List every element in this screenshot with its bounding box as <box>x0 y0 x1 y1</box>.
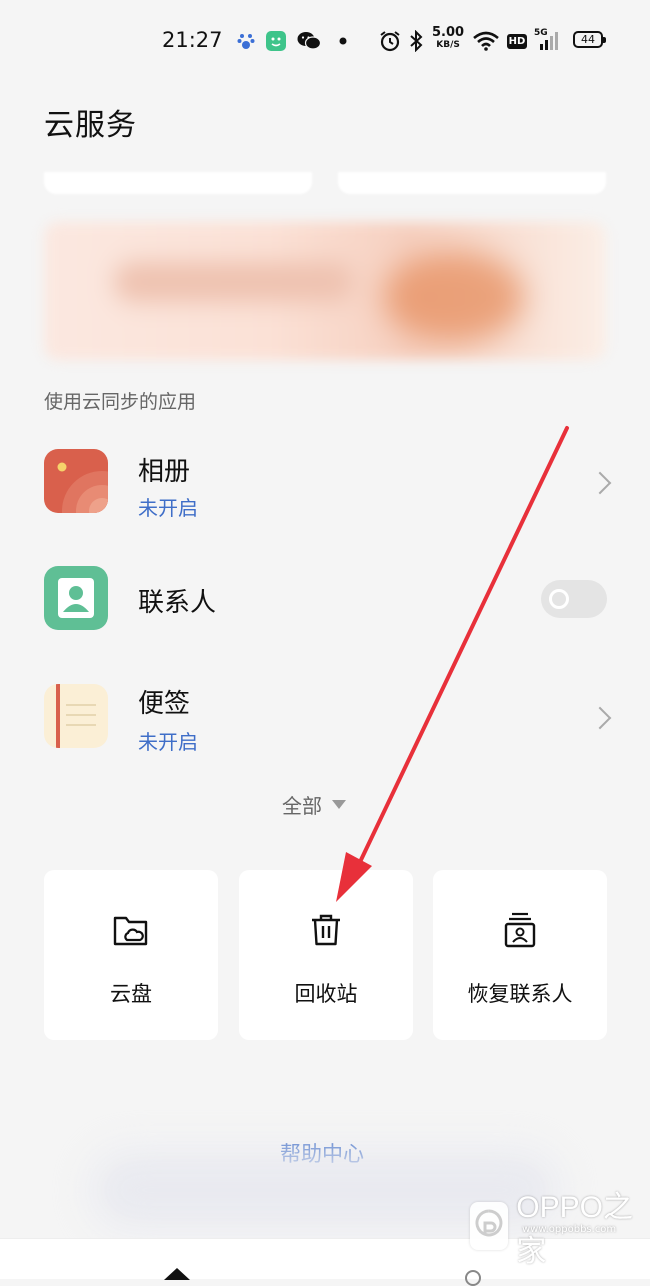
net-speed-value: 5.00 <box>432 25 465 40</box>
hd-icon: HD <box>506 30 528 52</box>
baidu-icon <box>236 30 256 52</box>
contacts-sync-toggle[interactable] <box>541 580 607 618</box>
nav-home-icon[interactable] <box>164 1268 190 1280</box>
cloud-drive-tile[interactable]: 云盘 <box>44 870 218 1040</box>
app-name: 联系人 <box>138 588 217 618</box>
wifi-icon <box>473 30 499 52</box>
trash-icon <box>306 910 346 950</box>
app-status: 未开启 <box>138 730 198 754</box>
restore-contacts-tile[interactable]: 恢复联系人 <box>433 870 607 1040</box>
net-speed-unit: KB/S <box>436 40 460 50</box>
bluetooth-icon <box>408 30 424 52</box>
toggle-knob <box>549 589 569 609</box>
nav-profile-icon[interactable] <box>465 1270 481 1286</box>
sync-app-photos[interactable]: 相册 未开启 <box>0 438 650 528</box>
section-label: 使用云同步的应用 <box>44 391 197 413</box>
promo-banner[interactable] <box>44 222 606 360</box>
app-status: 未开启 <box>138 496 198 520</box>
restore-contacts-icon <box>500 910 540 950</box>
status-time: 21:27 <box>162 28 223 52</box>
recycle-bin-tile[interactable]: 回收站 <box>239 870 413 1040</box>
tile-label: 云盘 <box>110 982 152 1006</box>
notes-icon <box>44 684 108 748</box>
sync-app-notes[interactable]: 便签 未开启 <box>0 672 650 762</box>
oppo-logo-icon <box>470 1202 509 1250</box>
account-card-right[interactable] <box>338 172 606 194</box>
tile-label: 恢复联系人 <box>467 982 573 1006</box>
contacts-icon <box>44 566 108 630</box>
signal-label: 5G <box>534 28 548 38</box>
chevron-right-icon <box>588 471 612 495</box>
battery-icon: 44 <box>573 31 606 48</box>
alarm-icon <box>379 30 401 52</box>
show-all-button[interactable]: 全部 <box>282 790 346 819</box>
watermark: OPPO之家 www.oppobbs.com <box>470 1182 650 1270</box>
network-speed: 5.00 KB/S <box>432 25 465 51</box>
app-badge-icon <box>265 30 287 52</box>
wechat-icon <box>297 30 321 52</box>
photos-icon <box>44 449 108 513</box>
dot-icon <box>338 30 348 52</box>
app-name: 便签 <box>138 689 191 719</box>
battery-level: 44 <box>581 33 595 46</box>
cloud-folder-icon <box>111 910 151 950</box>
page-title: 云服务 <box>44 108 137 143</box>
show-all-label: 全部 <box>282 794 322 818</box>
app-name: 相册 <box>138 457 191 487</box>
signal-icon: 5G <box>534 28 562 52</box>
watermark-url: www.oppobbs.com <box>522 1224 617 1235</box>
tile-label: 回收站 <box>294 982 358 1006</box>
hd-badge: HD <box>506 33 528 49</box>
caret-down-icon <box>332 800 346 809</box>
account-card-left[interactable] <box>44 172 312 194</box>
chevron-right-icon <box>588 706 612 730</box>
